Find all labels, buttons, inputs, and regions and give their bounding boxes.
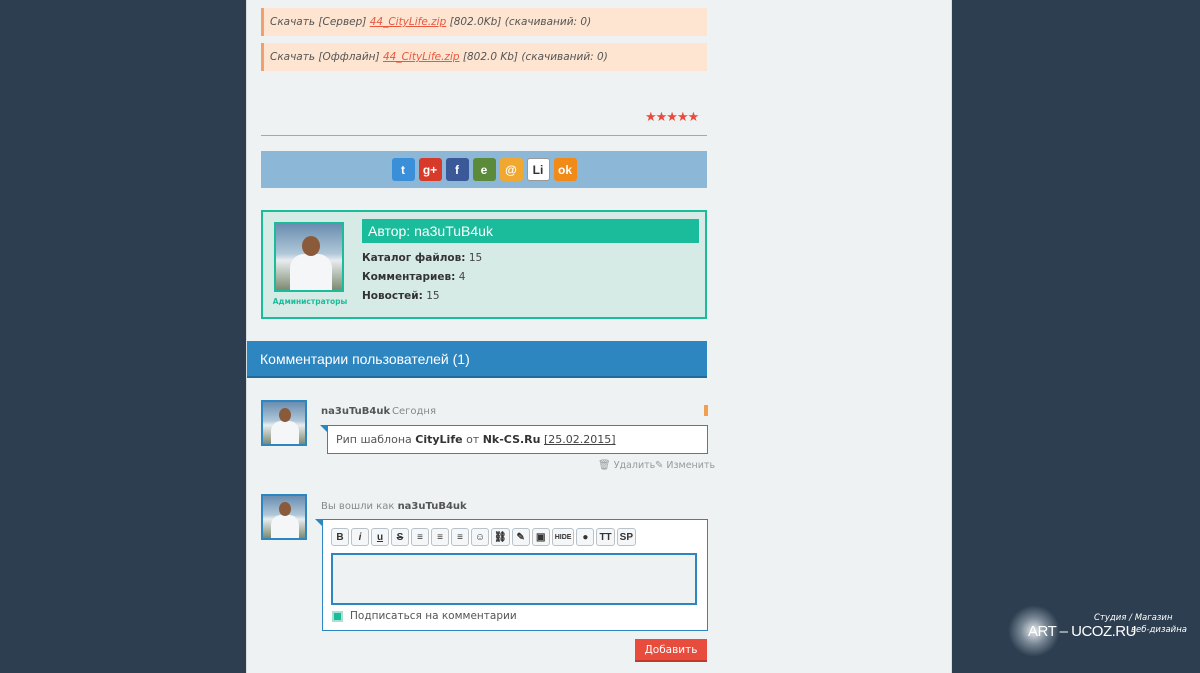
download-prefix: Скачать [Сервер] xyxy=(270,16,367,28)
download-offline-row: Скачать [Оффлайн] 44_CityLife.zip [802.0… xyxy=(261,43,707,71)
smiley-icon[interactable]: ☺ xyxy=(471,528,489,546)
rating-stars[interactable]: ★★★★★ xyxy=(645,110,699,125)
download-offline-link[interactable]: 44_CityLife.zip xyxy=(383,51,460,63)
divider xyxy=(261,135,707,136)
watermark-logo: Студия / Магазин ART – UCOZ.RU веб-дизай… xyxy=(1008,603,1198,667)
align-left-icon[interactable]: ≡ xyxy=(411,528,429,546)
author-stat-news: Новостей: 15 xyxy=(362,290,440,302)
subscribe-label: Подписаться на комментарии xyxy=(350,610,517,622)
watermark-brand: ART – UCOZ.RU xyxy=(1028,623,1136,640)
content-area: Скачать [Сервер] 44_CityLife.zip [802.0K… xyxy=(246,0,952,673)
author-stat-comments: Комментариев: 4 xyxy=(362,271,466,283)
comment-flag-icon[interactable] xyxy=(704,405,708,416)
bold-button[interactable]: B xyxy=(331,528,349,546)
odnoklassniki-icon[interactable]: ok xyxy=(553,158,577,181)
comments-heading: Комментарии пользователей (1) xyxy=(247,341,707,378)
tools-icon[interactable]: ✎ xyxy=(511,528,530,546)
subscribe-row[interactable]: Подписаться на комментарии xyxy=(332,610,517,622)
link-icon[interactable]: ⛓ xyxy=(491,528,510,546)
trash-icon: 🗑 xyxy=(598,460,611,471)
hide-button[interactable]: HIDE xyxy=(551,528,575,546)
italic-button[interactable]: i xyxy=(351,528,369,546)
editor-toolbar: B i u S ≡ ≡ ≡ ☺ ⛓ ✎ ▣ HIDE ● TT SP xyxy=(331,528,636,546)
align-center-icon[interactable]: ≡ xyxy=(431,528,449,546)
current-user-avatar[interactable] xyxy=(261,494,307,540)
comment-edit-button[interactable]: ✎ Изменить xyxy=(655,460,715,471)
google-plus-icon[interactable]: g+ xyxy=(418,158,442,181)
liveinternet-icon[interactable]: Li xyxy=(526,158,550,181)
logged-in-notice: Вы вошли как na3uTuB4uk xyxy=(321,501,467,512)
spoiler-button[interactable]: SP xyxy=(616,528,636,546)
watermark-line1: Студия / Магазин xyxy=(1094,613,1173,623)
comment-date: Сегодня xyxy=(392,406,436,417)
facebook-icon[interactable]: f xyxy=(445,158,469,181)
comment-body: Рип шаблона CityLife от Nk-CS.Ru [25.02.… xyxy=(320,425,708,454)
comment-avatar[interactable] xyxy=(261,400,307,446)
evernote-icon[interactable]: e xyxy=(472,158,496,181)
download-suffix: [802.0Kb] (скачиваний: 0) xyxy=(449,16,592,28)
quote-icon[interactable]: ● xyxy=(576,528,595,546)
download-server-link[interactable]: 44_CityLife.zip xyxy=(370,16,447,28)
underline-button[interactable]: u xyxy=(371,528,389,546)
download-suffix: [802.0 Kb] (скачиваний: 0) xyxy=(462,51,608,63)
comment-delete-button[interactable]: 🗑 Удалить xyxy=(598,460,655,471)
comment-textarea[interactable] xyxy=(331,553,697,605)
watermark-line2: веб-дизайна xyxy=(1131,625,1187,635)
download-prefix: Скачать [Оффлайн] xyxy=(270,51,380,63)
submit-comment-button[interactable]: Добавить xyxy=(635,639,707,662)
image-icon[interactable]: ▣ xyxy=(531,528,550,546)
author-card: Администраторы Автор: na3uTuB4uk Каталог… xyxy=(261,210,707,319)
download-server-row: Скачать [Сервер] 44_CityLife.zip [802.0K… xyxy=(261,8,707,36)
strike-button[interactable]: S xyxy=(391,528,409,546)
font-size-button[interactable]: TT xyxy=(596,528,615,546)
share-bar: t g+ f e @ Li ok xyxy=(261,151,707,188)
twitter-icon[interactable]: t xyxy=(391,158,415,181)
comment-form: B i u S ≡ ≡ ≡ ☺ ⛓ ✎ ▣ HIDE ● TT SP Подпи… xyxy=(315,519,708,631)
comment-author[interactable]: na3uTuB4uk xyxy=(321,406,390,417)
align-right-icon[interactable]: ≡ xyxy=(451,528,469,546)
author-stat-files: Каталог файлов: 15 xyxy=(362,252,483,264)
edit-icon: ✎ xyxy=(655,460,664,471)
author-role: Администраторы xyxy=(272,297,348,306)
author-avatar[interactable] xyxy=(274,222,344,292)
mail-icon[interactable]: @ xyxy=(499,158,523,181)
subscribe-checkbox[interactable] xyxy=(332,610,343,622)
author-title[interactable]: Автор: na3uTuB4uk xyxy=(362,219,699,243)
